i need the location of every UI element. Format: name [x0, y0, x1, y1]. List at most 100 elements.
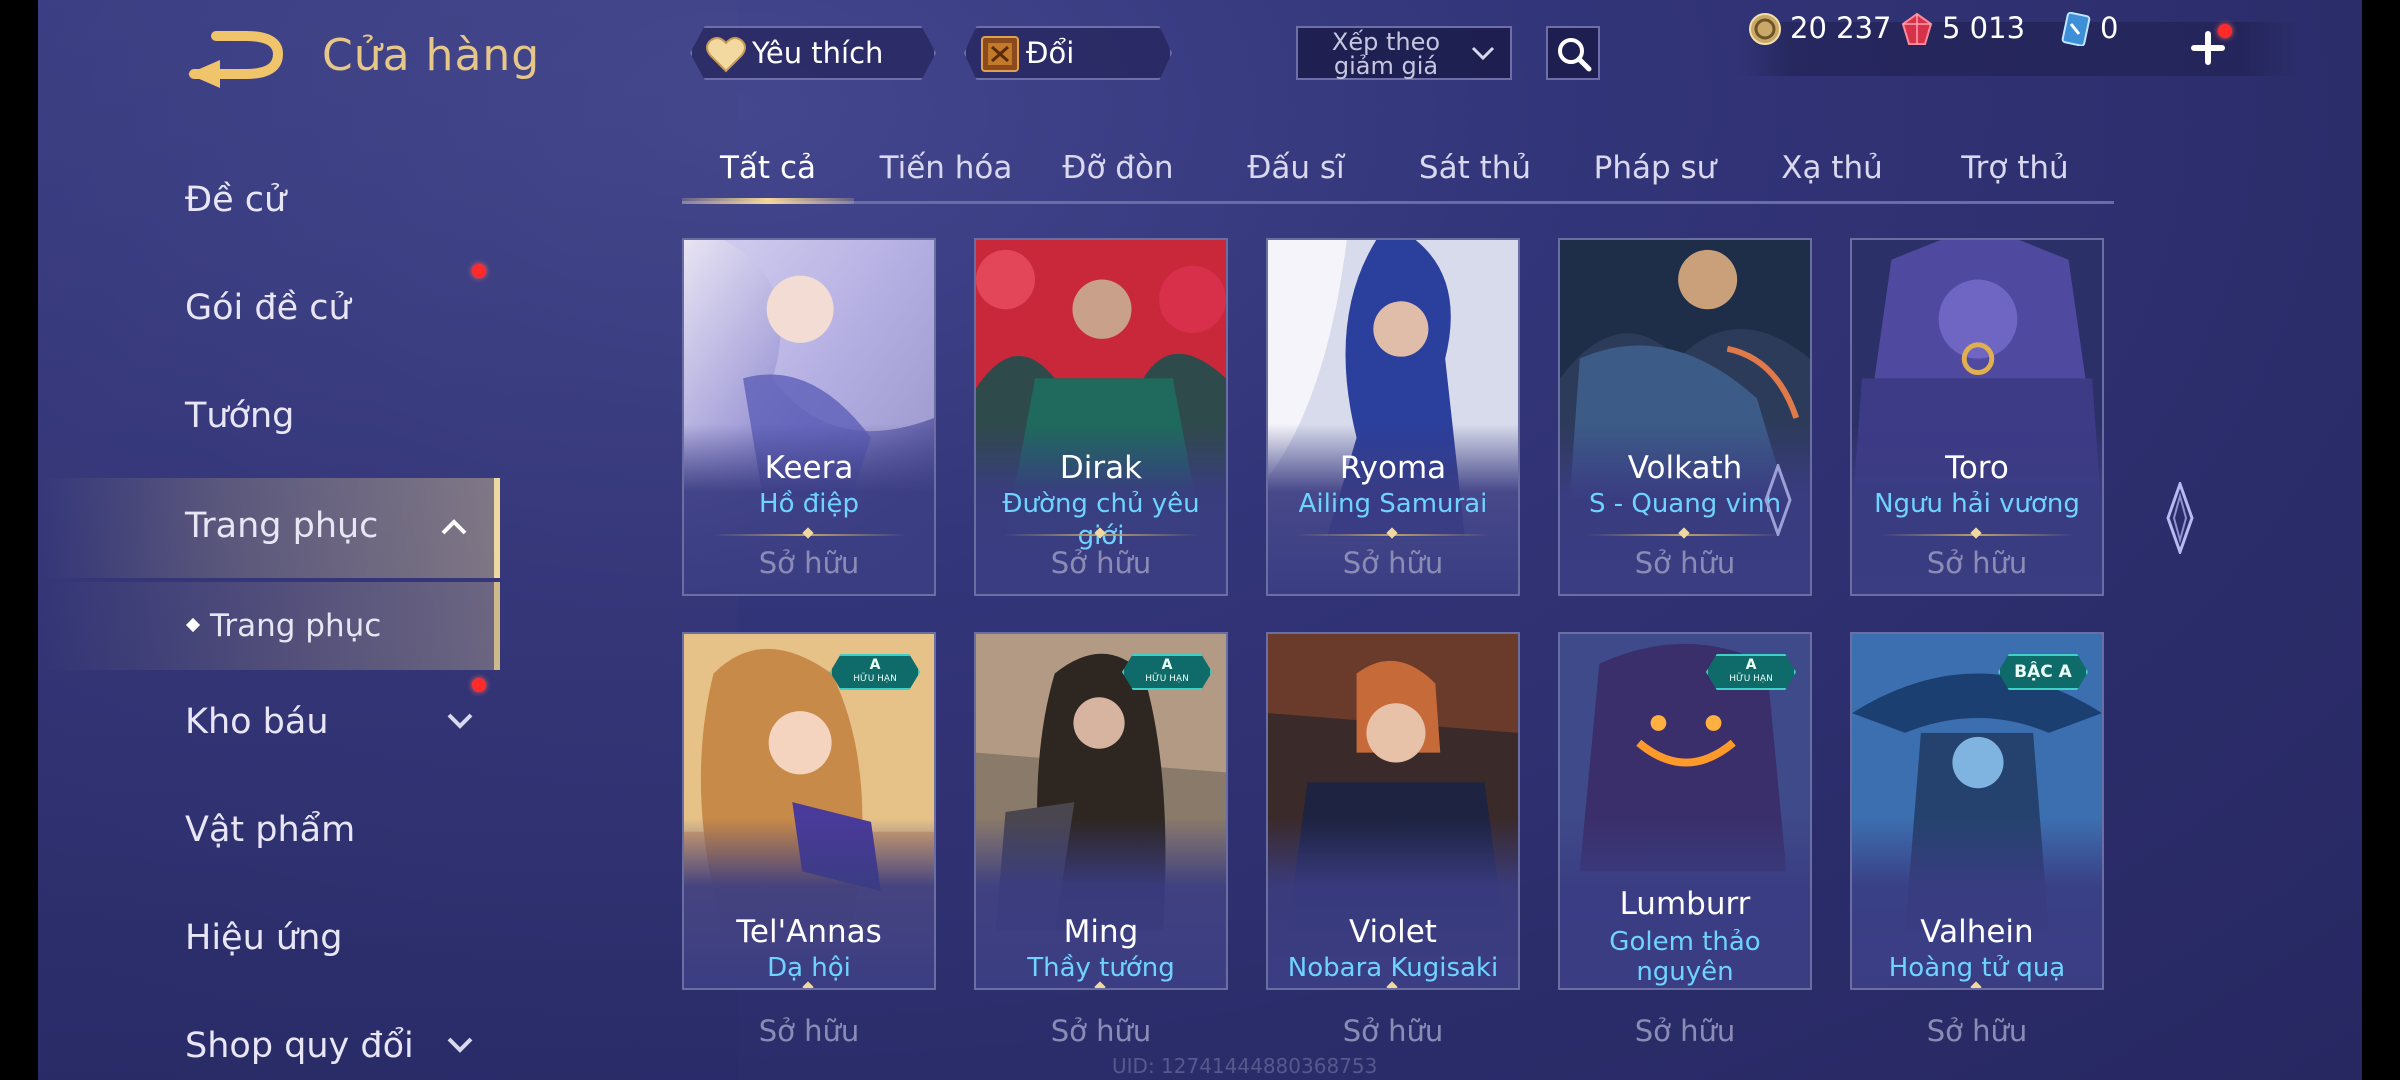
- ruby-gem-icon: [1901, 12, 1933, 45]
- back-arrow-icon[interactable]: [186, 30, 286, 88]
- skin-name: Ailing Samurai: [1298, 489, 1488, 519]
- chevron-down-icon: [447, 713, 473, 729]
- divider: [1296, 534, 1490, 536]
- sidebar-item-label: Gói đề cử: [185, 288, 351, 328]
- skin-name-line2: nguyên: [1636, 957, 1734, 987]
- skin-card-violet[interactable]: Violet Nobara Kugisaki: [1266, 632, 1520, 990]
- sidebar-item-recommended[interactable]: Đề cử: [38, 154, 500, 246]
- bullet-icon: [185, 617, 201, 633]
- skin-card-lumburr[interactable]: A HỮU HẠN Lumburr Golem thảo nguyên: [1558, 632, 1812, 990]
- skin-name: Thầy tướng: [1027, 953, 1175, 983]
- badge-tier: A: [869, 657, 881, 673]
- scroll-right-arrow-icon[interactable]: [2166, 482, 2194, 554]
- tier-badge: BẬC A: [1998, 654, 2088, 690]
- owned-status: Sở hữu: [1926, 546, 2028, 580]
- search-icon: [1558, 38, 1592, 72]
- skin-card-dirak[interactable]: Dirak Đường chủ yêu giới Sở hữu: [974, 238, 1228, 596]
- tab-marksman[interactable]: Xạ thủ: [1762, 140, 1902, 202]
- search-button[interactable]: [1546, 26, 1600, 80]
- sort-dropdown[interactable]: Xếp theo giảm giá: [1296, 26, 1512, 80]
- tab-mage[interactable]: Pháp sư: [1580, 140, 1730, 202]
- limited-tier-badge: A HỮU HẠN: [1706, 654, 1796, 690]
- heart-icon: [706, 37, 746, 73]
- favorites-button[interactable]: Yêu thích: [690, 26, 936, 80]
- divider: [1880, 988, 2074, 990]
- divider: [712, 534, 906, 536]
- skin-name: Dạ hội: [767, 953, 851, 983]
- owned-status: Sở hữu: [1926, 1014, 2028, 1048]
- owned-status: Sở hữu: [758, 546, 860, 580]
- hero-name: Keera: [764, 450, 854, 486]
- divider: [1296, 988, 1490, 990]
- divider: [1588, 534, 1782, 536]
- sidebar-item-skins[interactable]: Trang phục: [38, 478, 500, 578]
- skin-card-valhein[interactable]: BẬC A Valhein Hoàng tử quạ: [1850, 632, 2104, 990]
- sidebar-item-label: Shop quy đổi: [185, 1026, 414, 1066]
- sort-label: Xếp theo giảm giá: [1331, 28, 1441, 80]
- sidebar-item-exchange-shop[interactable]: Shop quy đổi: [38, 1000, 500, 1080]
- ruby-counter: 5 013: [1900, 8, 2025, 48]
- shop-screen: Cửa hàng Yêu thích Đổi mảnh Xếp theo giả…: [38, 0, 2362, 1080]
- ruby-amount: 5 013: [1942, 11, 2026, 45]
- notification-dot: [2218, 24, 2232, 38]
- tab-support[interactable]: Trợ thủ: [1940, 140, 2090, 202]
- skin-name: Hoàng tử quạ: [1888, 953, 2066, 983]
- hero-name: Tel'Annas: [736, 914, 882, 950]
- divider: [1004, 988, 1198, 990]
- badge-sub: HỮU HẠN: [1145, 674, 1189, 684]
- user-id-watermark: UID: 12741444880368753: [1112, 1054, 1378, 1078]
- skin-card-toro[interactable]: Toro Ngưu hải vương Sở hữu: [1850, 238, 2104, 596]
- divider: [1004, 534, 1198, 536]
- sidebar-item-heroes[interactable]: Tướng: [38, 370, 500, 462]
- sidebar-item-effects[interactable]: Hiệu ứng: [38, 892, 500, 984]
- tab-fighter[interactable]: Đấu sĩ: [1226, 140, 1366, 202]
- sidebar-subitem-label: Trang phục: [210, 608, 382, 644]
- ticket-counter: 0: [2058, 8, 2118, 48]
- sidebar-subitem-skins[interactable]: Trang phục: [38, 582, 500, 670]
- hero-name: Lumburr: [1619, 886, 1751, 922]
- gold-coin-icon: [1749, 13, 1781, 45]
- scroll-indicator-icon: [1764, 464, 1792, 536]
- owned-status: Sở hữu: [1342, 546, 1444, 580]
- tab-tank[interactable]: Đỡ đòn: [1048, 140, 1188, 202]
- exchange-label: Đổi mảnh: [1026, 36, 1109, 120]
- tab-assassin[interactable]: Sát thủ: [1400, 140, 1550, 202]
- skin-name-line1: Golem thảo: [1609, 927, 1761, 957]
- hero-name: Ming: [1063, 914, 1139, 950]
- chevron-down-icon: [447, 1037, 473, 1053]
- skin-card-telannas[interactable]: A HỮU HẠN Tel'Annas Dạ hội: [682, 632, 936, 990]
- badge-sub: HỮU HẠN: [853, 674, 897, 684]
- limited-tier-badge: A HỮU HẠN: [1122, 654, 1212, 690]
- tab-evolution[interactable]: Tiến hóa: [872, 140, 1020, 202]
- skin-name: Đường chủ yêu giới: [1002, 489, 1200, 551]
- hero-name: Ryoma: [1339, 450, 1447, 486]
- skin-name: Ngưu hải vương: [1874, 489, 2080, 519]
- limited-tier-badge: A HỮU HẠN: [830, 654, 920, 690]
- notification-dot: [472, 678, 486, 692]
- sidebar-item-recommended-packs[interactable]: Gói đề cử: [38, 262, 500, 354]
- notification-dot: [472, 264, 486, 278]
- sidebar-item-items[interactable]: Vật phẩm: [38, 784, 500, 876]
- sidebar-item-label: Hiệu ứng: [185, 918, 343, 958]
- owned-status: Sở hữu: [1050, 546, 1152, 580]
- favorites-label: Yêu thích: [752, 36, 884, 70]
- badge-tier: BẬC A: [2014, 662, 2072, 682]
- skin-card-volkath[interactable]: Volkath S - Quang vinh Sở hữu: [1558, 238, 1812, 596]
- owned-status: Sở hữu: [1050, 1014, 1152, 1048]
- skin-card-keera[interactable]: Keera Hồ điệp Sở hữu: [682, 238, 936, 596]
- sidebar-item-treasure[interactable]: Kho báu: [38, 676, 500, 768]
- hero-name: Toro: [1945, 450, 2009, 486]
- sidebar-item-label: Vật phẩm: [185, 810, 356, 850]
- owned-status: Sở hữu: [1634, 546, 1736, 580]
- tab-all[interactable]: Tất cả: [682, 140, 854, 202]
- sidebar-item-label: Đề cử: [185, 180, 287, 220]
- sidebar-item-label: Trang phục: [185, 506, 379, 546]
- skin-name: Nobara Kugisaki: [1287, 953, 1499, 983]
- owned-status: Sở hữu: [1342, 1014, 1444, 1048]
- skin-card-ryoma[interactable]: Ryoma Ailing Samurai Sở hữu: [1266, 238, 1520, 596]
- exchange-shards-button[interactable]: Đổi mảnh: [964, 26, 1172, 80]
- sidebar-item-label: Tướng: [185, 396, 295, 436]
- hero-name: Violet: [1349, 914, 1437, 950]
- skin-card-ming[interactable]: A HỮU HẠN Ming Thầy tướng: [974, 632, 1228, 990]
- gold-amount: 20 237: [1790, 11, 1892, 45]
